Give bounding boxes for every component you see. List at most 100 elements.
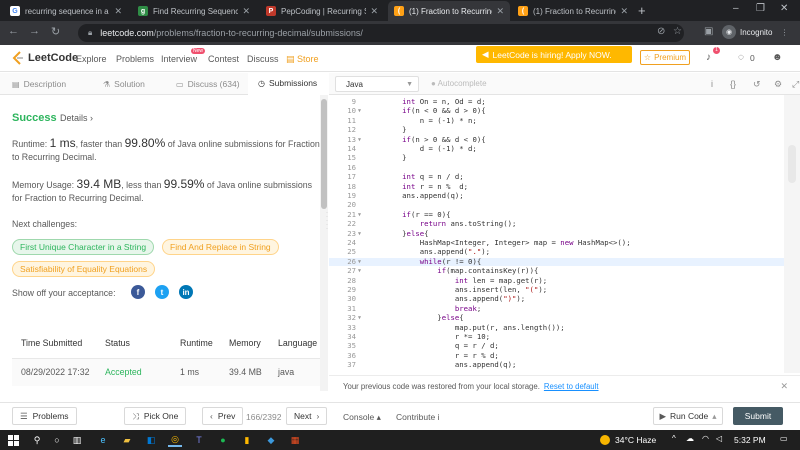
browser-tab-1[interactable]: G recurring sequence in a fr ✕ <box>4 1 128 21</box>
code-line[interactable]: 30 ans.append(")"); <box>329 295 784 303</box>
nav-interview[interactable]: Interview <box>161 54 197 64</box>
browser-tab-5[interactable]: ( (1) Fraction to Recurring D ✕ <box>512 1 634 21</box>
edge-icon[interactable]: e <box>96 433 110 447</box>
code-line[interactable]: 29 ans.insert(len, "("); <box>329 285 784 294</box>
code-line[interactable]: 18 int r = n % d; <box>329 182 784 191</box>
code-line[interactable]: 33 map.put(r, ans.length()); <box>329 323 784 332</box>
tab-solution[interactable]: ⚗ Solution <box>103 73 145 95</box>
left-scrollbar[interactable] <box>320 95 328 391</box>
code-line[interactable]: 12 } <box>329 125 784 134</box>
code-line[interactable]: 28 int len = map.get(r); <box>329 276 784 285</box>
url-input[interactable]: 🔒︎ leetcode.com/problems/fraction-to-rec… <box>78 24 684 42</box>
notification-icon[interactable]: ♪ <box>706 52 711 63</box>
incognito-indicator[interactable]: ◉ Incognito ⋮ <box>722 25 788 39</box>
restore-icon[interactable]: ❐ <box>756 3 765 14</box>
reset-default-link[interactable]: Reset to default <box>544 382 599 391</box>
code-line[interactable]: 37 ans.append(q); <box>329 360 784 369</box>
nav-store[interactable]: ▤ Store <box>286 54 319 65</box>
code-editor[interactable]: 9 int On = n, Od = d; 10 ▼ if(n < 0 && d >… <box>329 95 784 373</box>
code-line[interactable]: 26 ▼ while(r != 0){ <box>329 257 784 266</box>
vscode-icon[interactable]: ◆ <box>264 433 278 447</box>
volume-icon[interactable]: ◁ <box>716 434 722 443</box>
code-line[interactable]: 20 <box>329 201 784 209</box>
browser-tab-2[interactable]: g Find Recurring Sequence ✕ <box>132 1 256 21</box>
close-icon[interactable]: ✕ <box>370 6 378 17</box>
app-icon[interactable]: ▮ <box>240 433 254 447</box>
close-icon[interactable]: ✕ <box>620 6 628 17</box>
close-icon[interactable]: ✕ <box>496 6 504 17</box>
office-icon[interactable]: ▦ <box>288 433 302 447</box>
more-vert-icon[interactable]: ⋮ <box>780 28 788 37</box>
prev-button[interactable]: ‹ Prev <box>202 407 244 425</box>
file-explorer-icon[interactable]: ▰ <box>120 433 134 447</box>
coin-icon[interactable]: ◌ <box>738 52 744 63</box>
code-line[interactable]: 14 d = (-1) * d; <box>329 144 784 153</box>
run-code-button[interactable]: ▶ Run Code ▴ <box>653 407 723 425</box>
code-line[interactable]: 16 <box>329 163 784 172</box>
code-line[interactable]: 24 HashMap<Integer, Integer> map = new H… <box>329 238 784 247</box>
fold-icon[interactable]: ▼ <box>358 258 361 266</box>
reset-icon[interactable]: ↺ <box>753 79 761 90</box>
code-line[interactable]: 13 ▼ if(n > 0 && d < 0){ <box>329 135 784 144</box>
fullscreen-icon[interactable]: ⤢ <box>792 79 799 90</box>
hiring-banner[interactable]: ◀ LeetCode is hiring! Apply NOW. <box>476 46 632 63</box>
outlook-icon[interactable]: ◧ <box>144 433 158 447</box>
facebook-icon[interactable]: f <box>131 285 145 299</box>
code-line[interactable]: 27 ▼ if(map.containsKey(r)){ <box>329 266 784 275</box>
fold-icon[interactable]: ▼ <box>358 267 361 275</box>
language-select[interactable]: Java ▼ <box>335 76 419 92</box>
fold-icon[interactable]: ▼ <box>358 107 361 115</box>
tab-description[interactable]: ▤ Description <box>12 73 66 95</box>
tab-discuss[interactable]: ▭ Discuss (634) <box>176 73 240 95</box>
close-icon[interactable]: ✕ <box>114 6 122 17</box>
code-line[interactable]: 35 q = r / d; <box>329 342 784 350</box>
side-panel-icon[interactable]: ▣ <box>704 26 713 37</box>
nav-contest[interactable]: Contest <box>208 54 239 64</box>
cloud-icon[interactable]: ☁ <box>686 434 694 443</box>
contribute-link[interactable]: Contribute i <box>396 412 439 422</box>
braces-icon[interactable]: {} <box>730 79 736 89</box>
fold-icon[interactable]: ▼ <box>358 230 361 238</box>
notifications-icon[interactable]: ▭ <box>780 434 788 443</box>
tab-submissions[interactable]: ◷ Submissions <box>248 73 328 95</box>
code-line[interactable]: 15 } <box>329 154 784 162</box>
challenge-chip[interactable]: First Unique Character in a String <box>12 239 155 255</box>
chrome-icon[interactable]: ◎ <box>168 433 182 447</box>
code-line[interactable]: 36 r = r % d; <box>329 351 784 360</box>
forward-arrow-icon[interactable]: → <box>29 25 40 37</box>
scrollbar-thumb[interactable] <box>788 145 796 183</box>
code-line[interactable]: 32 ▼ }else{ <box>329 313 784 322</box>
code-line[interactable]: 31 break; <box>329 304 784 313</box>
reload-icon[interactable]: ↻ <box>51 25 60 38</box>
premium-button[interactable]: ☆ Premium <box>640 50 690 65</box>
fold-icon[interactable]: ▼ <box>358 314 361 322</box>
code-line[interactable]: 21 ▼ if(r == 0){ <box>329 210 784 219</box>
cortana-icon[interactable]: ○ <box>50 433 64 447</box>
settings-icon[interactable]: ⚙ <box>774 79 782 90</box>
code-line[interactable]: 23 ▼ }else{ <box>329 229 784 238</box>
close-window-icon[interactable]: ✕ <box>780 3 788 14</box>
details-link[interactable]: Details › <box>60 113 93 123</box>
close-icon[interactable]: ✕ <box>242 6 250 17</box>
chevron-up-icon[interactable]: ^ <box>672 434 676 443</box>
close-icon[interactable]: ✕ <box>780 381 788 392</box>
star-icon[interactable]: ☆ <box>673 26 682 37</box>
code-line[interactable]: 25 ans.append("."); <box>329 248 784 256</box>
linkedin-icon[interactable]: in <box>179 285 193 299</box>
fold-icon[interactable]: ▼ <box>358 211 361 219</box>
fold-icon[interactable]: ▼ <box>358 136 361 144</box>
search-icon[interactable]: ⚲ <box>30 433 44 447</box>
browser-tab-4[interactable]: ( (1) Fraction to Recurring D ✕ <box>388 1 510 21</box>
editor-scrollbar[interactable] <box>784 95 800 373</box>
twitter-icon[interactable]: t <box>155 285 169 299</box>
minimize-icon[interactable]: – <box>733 3 739 14</box>
spotify-icon[interactable]: ● <box>216 433 230 447</box>
back-arrow-icon[interactable]: ← <box>8 25 19 37</box>
info-icon[interactable]: i <box>711 79 713 89</box>
autocomplete-toggle[interactable]: ● Autocomplete <box>431 79 487 88</box>
challenge-chip[interactable]: Find And Replace in String <box>162 239 279 255</box>
challenge-chip[interactable]: Satisfiability of Equality Equations <box>12 261 156 277</box>
code-line[interactable]: 17 int q = n / d; <box>329 172 784 181</box>
windows-start-icon[interactable] <box>6 433 20 447</box>
system-clock[interactable]: 5:32 PM <box>734 435 766 445</box>
